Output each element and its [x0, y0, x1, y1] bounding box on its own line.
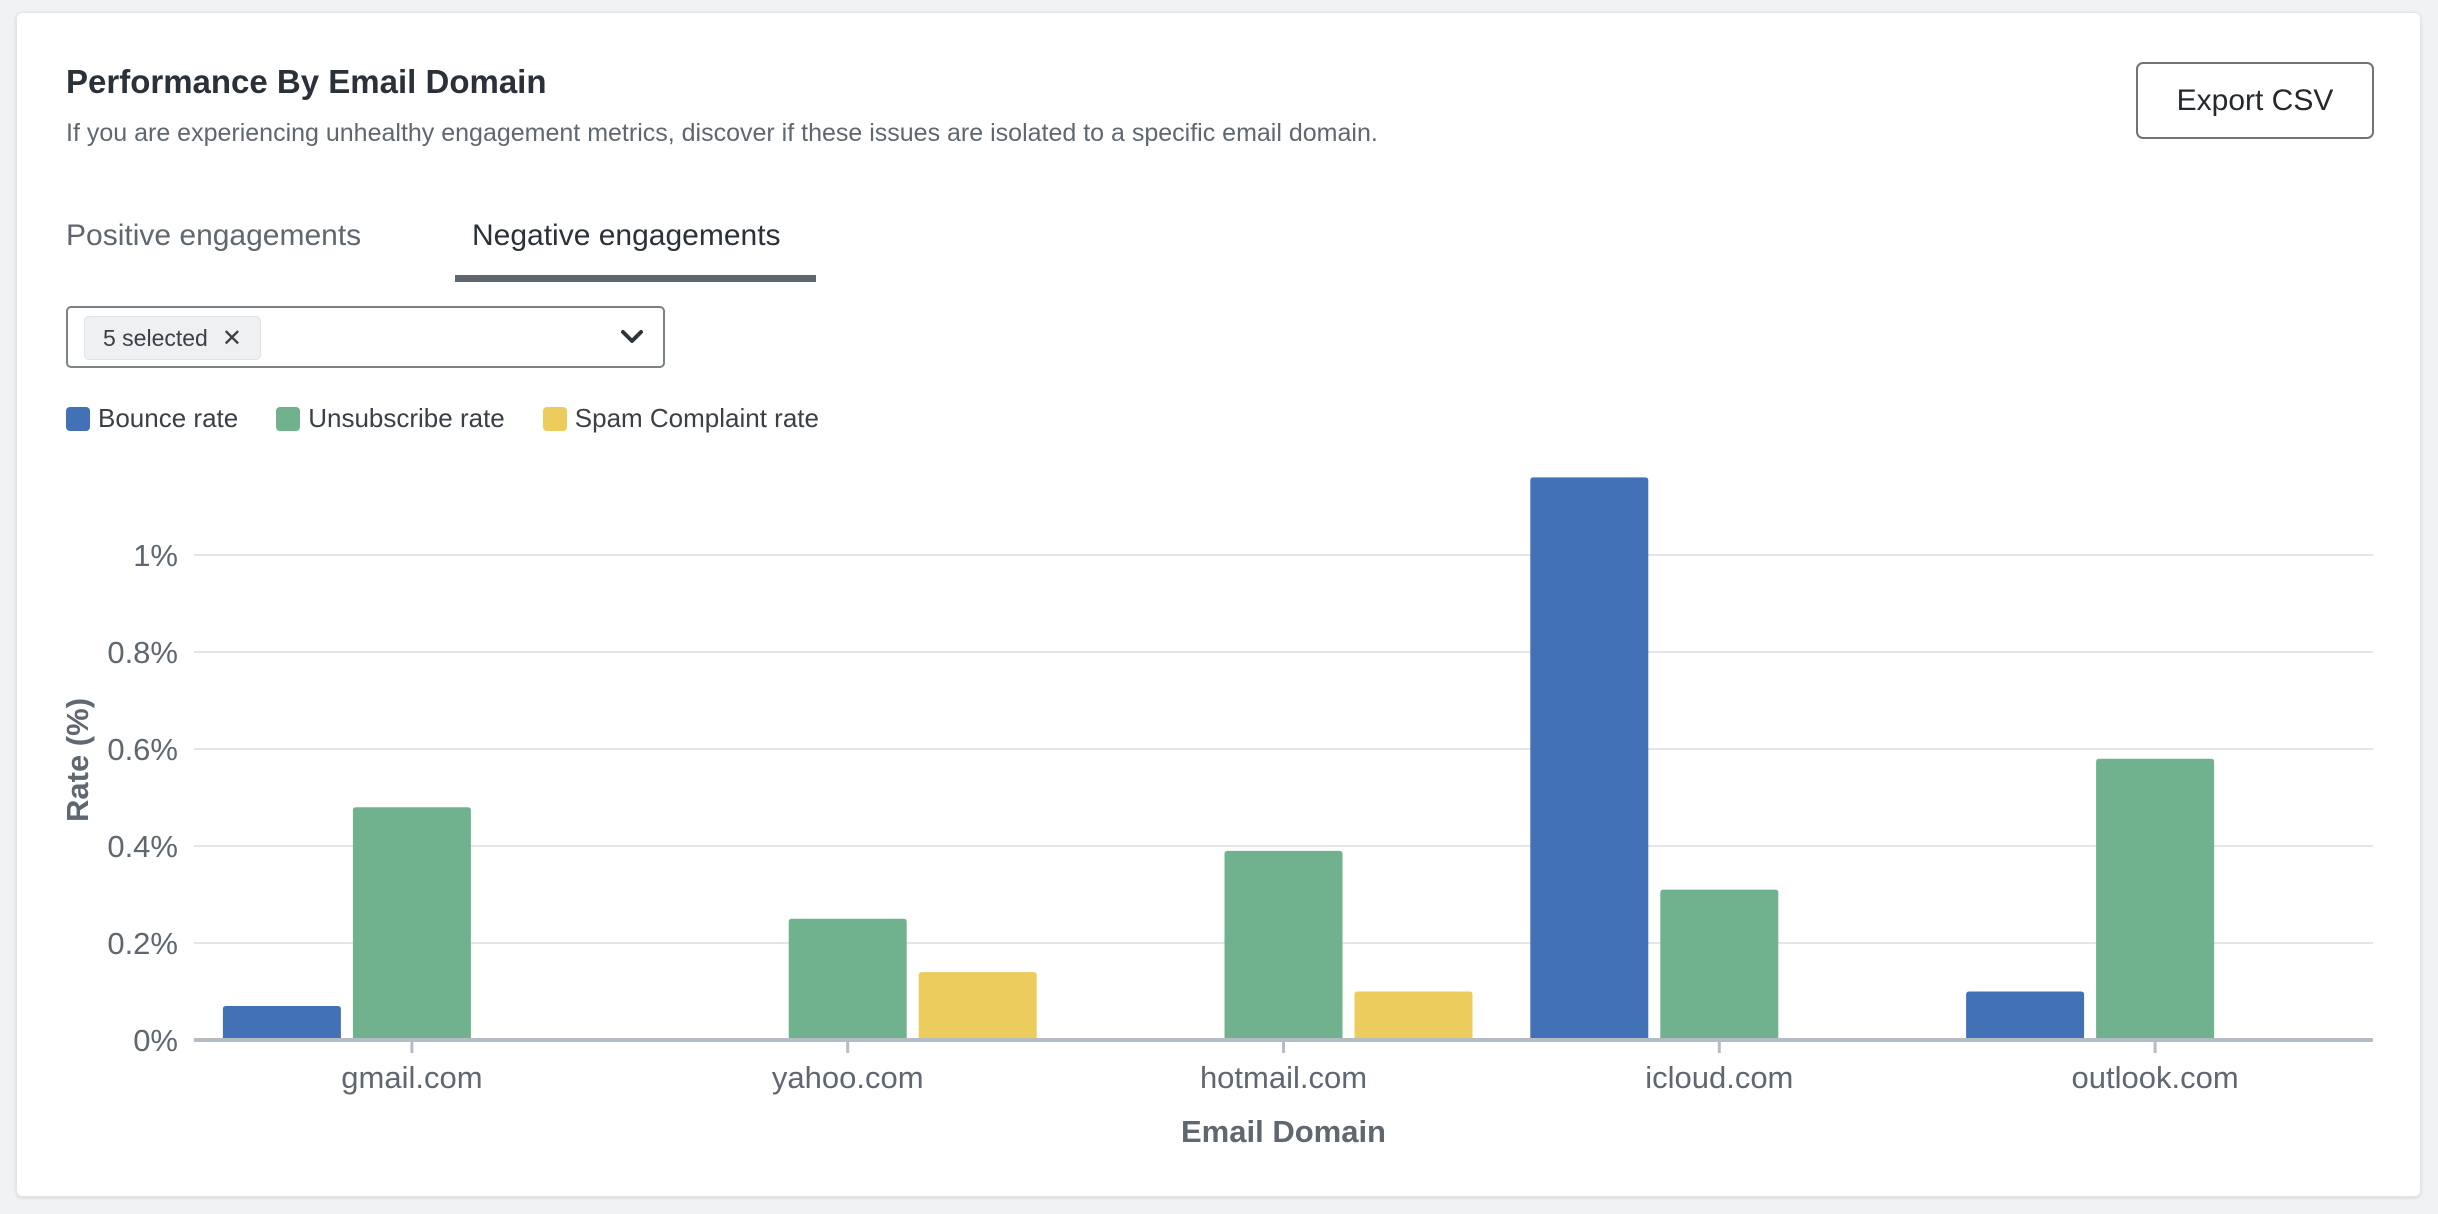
bar-unsubscribe-rate-hotmail-com [1224, 850, 1343, 1040]
y-tick-label: 0.2% [107, 926, 178, 961]
x-axis-title: Email Domain [1181, 1114, 1386, 1149]
bar-unsubscribe-rate-gmail-com [352, 807, 471, 1040]
bar-unsubscribe-rate-outlook-com [2096, 758, 2215, 1040]
bar-unsubscribe-rate-icloud-com [1660, 889, 1779, 1040]
bar-chart: 0% 0.2% 0.4% 0.6% 0.8% 1% gmail.com yahoo.com ho… [60, 477, 2373, 1149]
y-axis-title: Rate (%) [60, 698, 95, 822]
bar-bounce-rate-icloud-com [1530, 477, 1649, 1040]
y-tick-label: 0.4% [107, 829, 178, 864]
x-tick-label: outlook.com [2072, 1060, 2239, 1095]
x-tick-label: icloud.com [1645, 1060, 1793, 1095]
bar-bounce-rate-gmail-com [222, 1006, 341, 1040]
bar-unsubscribe-rate-yahoo-com [788, 918, 907, 1040]
bar-spam-complaint-rate-hotmail-com [1354, 991, 1473, 1040]
y-tick-label: 0.8% [107, 635, 178, 670]
y-tick-label: 0% [133, 1023, 178, 1058]
bar-bounce-rate-outlook-com [1966, 991, 2085, 1040]
bar-spam-complaint-rate-yahoo-com [918, 972, 1037, 1040]
x-tick-label: yahoo.com [772, 1060, 924, 1095]
y-tick-label: 1% [133, 538, 178, 573]
x-tick-label: hotmail.com [1200, 1060, 1367, 1095]
x-tick-label: gmail.com [341, 1060, 482, 1095]
y-tick-label: 0.6% [107, 732, 178, 767]
